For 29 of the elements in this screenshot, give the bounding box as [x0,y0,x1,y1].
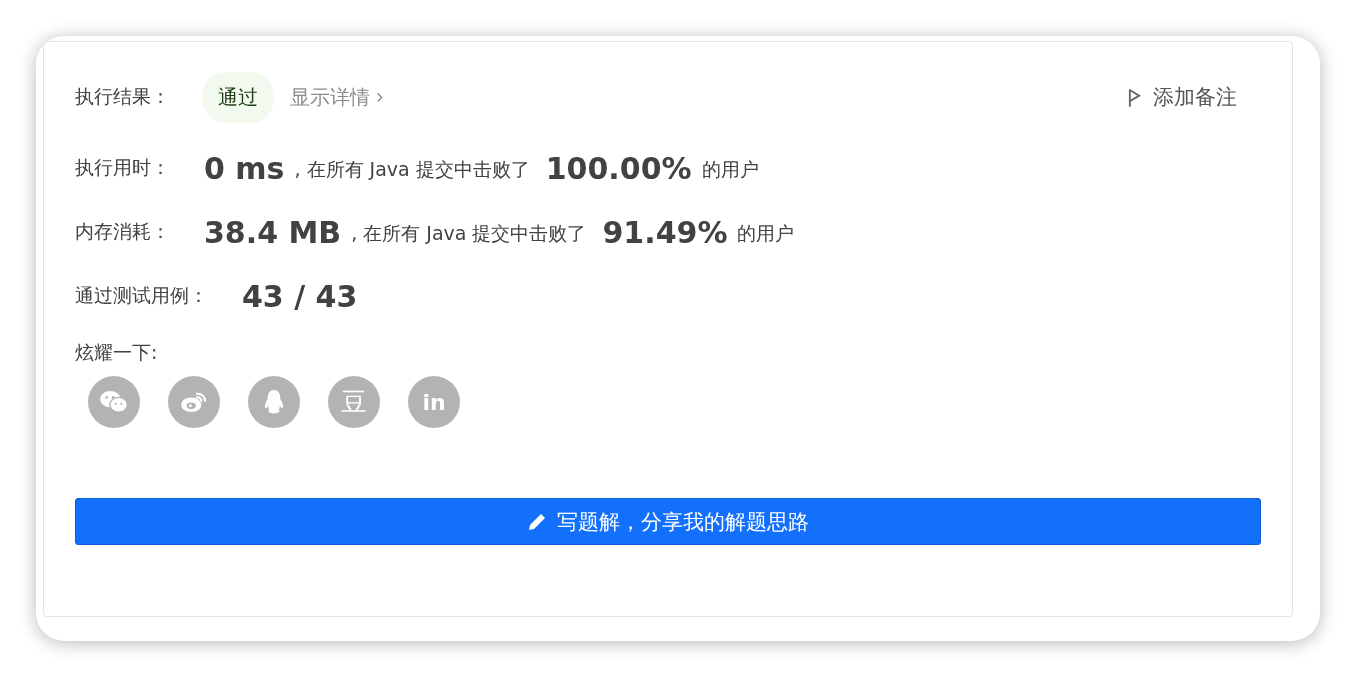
stat-text: , 在所有 Java 提交中击败了 [294,157,530,182]
linkedin-share-button[interactable]: in [408,376,460,428]
penguin-icon [263,389,285,415]
share-label: 炫耀一下: [75,340,159,365]
pencil-icon [527,511,547,532]
add-note-button[interactable]: 添加备注 [1128,83,1237,111]
stat-label: 内存消耗： [75,219,170,244]
stat-value: 0 ms [204,150,285,186]
test-cases-label: 通过测试用例： [75,283,208,308]
result-label: 执行结果： [75,84,170,109]
douban-share-button[interactable]: 豆 [328,376,380,428]
stat-value: 38.4 MB [204,214,342,250]
stat-text: , 在所有 Java 提交中击败了 [351,221,587,246]
stat-label: 执行用时： [75,155,170,180]
weibo-share-button[interactable] [168,376,220,428]
flag-icon [1128,86,1141,108]
chevron-icon [376,91,383,103]
stat-suffix: 的用户 [701,157,759,182]
stat-percent: 100.00% [545,150,692,186]
status-badge: 通过 [202,71,274,123]
stat-percent: 91.49% [602,214,728,250]
write-solution-button[interactable]: 写题解，分享我的解题思路 [75,498,1261,545]
stat-suffix: 的用户 [737,221,795,246]
test-cases-value: 43 / 43 [242,278,358,314]
details-link[interactable]: 显示详情 [290,83,383,111]
qq-share-button[interactable] [248,376,300,428]
eye-waves-icon [180,391,208,413]
wechat-share-button[interactable] [88,376,140,428]
chat-bubbles-icon [99,390,129,414]
